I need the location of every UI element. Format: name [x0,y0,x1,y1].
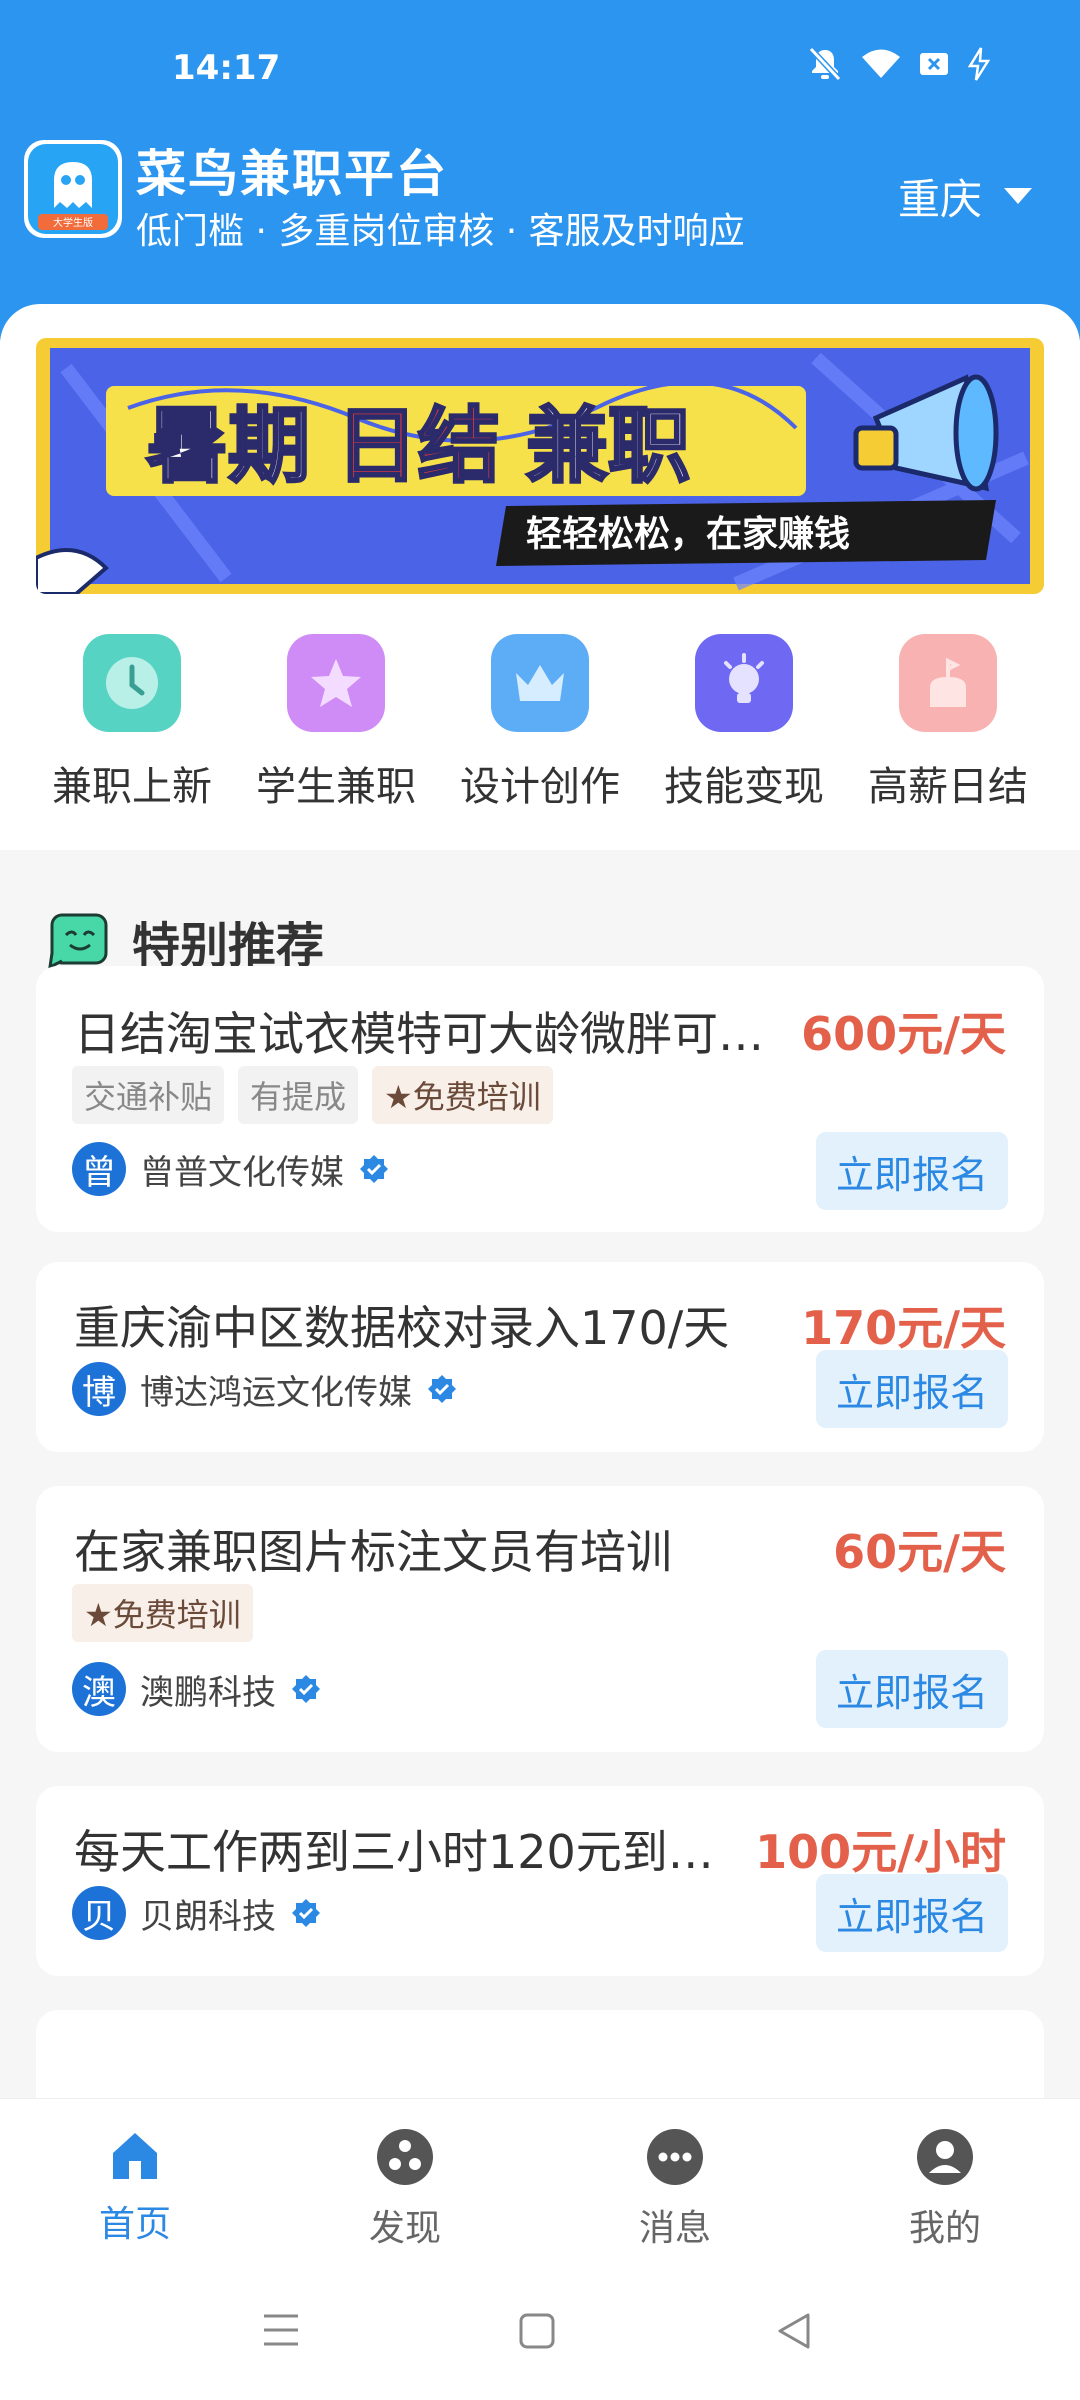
city-label: 重庆 [897,175,982,224]
main-content: 暑期 日结 兼职 轻轻松松，在家赚钱 兼职上新 学生兼职 设计创作 技能变现 高… [0,304,1080,2130]
promo-banner[interactable]: 暑期 日结 兼职 轻轻松松，在家赚钱 [36,338,1044,594]
wifi-icon [862,49,900,78]
menu-icon[interactable] [262,2312,300,2348]
star-icon [287,634,385,732]
job-title: 日结淘宝试衣模特可大龄微胖可… [74,1007,764,1061]
job-salary: 60元/天 [833,1525,1006,1579]
nav-message[interactable]: 消息 [540,2099,810,2260]
job-title: 每天工作两到三小时120元到… [74,1825,714,1879]
cake-icon [899,634,997,732]
verified-icon [360,1155,388,1183]
apply-button[interactable]: 立即报名 [816,1132,1008,1210]
category-item[interactable]: 设计创作 [438,634,642,844]
app-header: 14:17 大学生版 菜鸟兼职平台 低门槛 · 多重岗位审核 · 客服及时响应 … [0,0,1080,340]
banner-title-3: 兼职 [526,399,690,494]
bottom-nav: 首页 发现 消息 我的 [0,2098,1080,2260]
category-item[interactable]: 学生兼职 [234,634,438,844]
back-icon[interactable] [776,2312,812,2350]
nav-label: 首页 [98,2204,171,2245]
battery-x-icon [920,53,948,75]
apply-button[interactable]: 立即报名 [816,1350,1008,1428]
city-selector[interactable]: 重庆 [898,166,1032,227]
category-label: 学生兼职 [256,764,416,810]
job-tags: 交通补贴 有提成 ★免费培训 [72,1066,553,1124]
crown-icon [491,634,589,732]
job-tag: ★免费培训 [372,1066,553,1124]
apply-button[interactable]: 立即报名 [816,1650,1008,1728]
system-nav-bar [0,2260,1080,2400]
category-label: 技能变现 [664,764,824,810]
message-icon [647,2129,703,2185]
category-label: 设计创作 [460,764,620,810]
logo-badge-text: 大学生版 [53,216,93,229]
company-name: 澳鹏科技 [140,1672,276,1713]
job-salary: 100元/小时 [755,1825,1006,1879]
job-card[interactable]: 重庆渝中区数据校对录入170/天 170元/天 博 博达鸿运文化传媒 立即报名 [36,1262,1044,1452]
verified-icon [292,1899,320,1927]
job-card[interactable]: 每天工作两到三小时120元到… 100元/小时 贝 贝朗科技 立即报名 [36,1786,1044,1976]
bell-muted-icon [808,46,842,82]
nav-discover[interactable]: 发现 [270,2099,540,2260]
nav-profile[interactable]: 我的 [810,2099,1080,2260]
company-avatar: 曾 [72,1142,126,1196]
banner-title-1: 暑期 [146,399,310,494]
company-avatar: 澳 [72,1662,126,1716]
job-title: 重庆渝中区数据校对录入170/天 [74,1301,730,1355]
company-avatar: 贝 [72,1886,126,1940]
smile-chat-icon [48,913,108,969]
category-item[interactable]: 兼职上新 [30,634,234,844]
company-info: 博 博达鸿运文化传媒 [72,1362,458,1416]
job-tag: 交通补贴 [72,1066,225,1124]
job-tags: ★免费培训 [72,1584,253,1642]
recommend-section: 特别推荐 日结淘宝试衣模特可大龄微胖可… 600元/天 交通补贴 有提成 ★免费… [0,850,1080,2130]
status-time: 14:17 [172,48,281,88]
verified-icon [428,1375,456,1403]
bulb-icon [695,634,793,732]
app-slogan: 低门槛 · 多重岗位审核 · 客服及时响应 [136,211,745,252]
category-label: 兼职上新 [52,764,212,810]
caret-down-icon [1004,187,1032,204]
company-info: 贝 贝朗科技 [72,1886,322,1940]
job-tag: 有提成 [238,1066,359,1124]
job-tag: ★免费培训 [72,1584,253,1642]
apply-button[interactable]: 立即报名 [816,1874,1008,1952]
nav-label: 消息 [638,2208,711,2249]
status-icons [808,46,990,82]
company-name: 曾普文化传媒 [140,1152,344,1193]
category-label: 高薪日结 [868,764,1028,810]
company-name: 贝朗科技 [140,1896,276,1937]
home-icon [113,2133,157,2179]
category-item[interactable]: 高薪日结 [846,634,1050,844]
verified-icon [292,1675,320,1703]
status-bar: 14:17 [0,0,1080,130]
job-card[interactable]: 日结淘宝试衣模特可大龄微胖可… 600元/天 交通补贴 有提成 ★免费培训 曾 … [36,966,1044,1232]
company-avatar: 博 [72,1362,126,1416]
nav-label: 我的 [908,2208,981,2249]
company-info: 澳 澳鹏科技 [72,1662,322,1716]
discover-icon [377,2129,433,2185]
charging-icon [968,47,990,81]
app-title: 菜鸟兼职平台 [136,145,448,203]
job-salary: 170元/天 [801,1301,1006,1355]
app-logo: 大学生版 [24,140,122,238]
company-name: 博达鸿运文化传媒 [140,1372,412,1413]
home-square-icon[interactable] [518,2312,556,2350]
job-salary: 600元/天 [801,1007,1006,1061]
category-item[interactable]: 技能变现 [642,634,846,844]
profile-icon [917,2129,973,2185]
clock-icon [83,634,181,732]
category-row: 兼职上新 学生兼职 设计创作 技能变现 高薪日结 [0,634,1080,844]
banner-title-2: 日结 [336,399,500,494]
job-card[interactable]: 在家兼职图片标注文员有培训 60元/天 ★免费培训 澳 澳鹏科技 立即报名 [36,1486,1044,1752]
company-info: 曾 曾普文化传媒 [72,1142,390,1196]
job-title: 在家兼职图片标注文员有培训 [74,1525,672,1579]
banner-subtitle: 轻轻松松，在家赚钱 [526,514,850,555]
nav-home[interactable]: 首页 [0,2099,270,2260]
nav-label: 发现 [368,2208,441,2249]
